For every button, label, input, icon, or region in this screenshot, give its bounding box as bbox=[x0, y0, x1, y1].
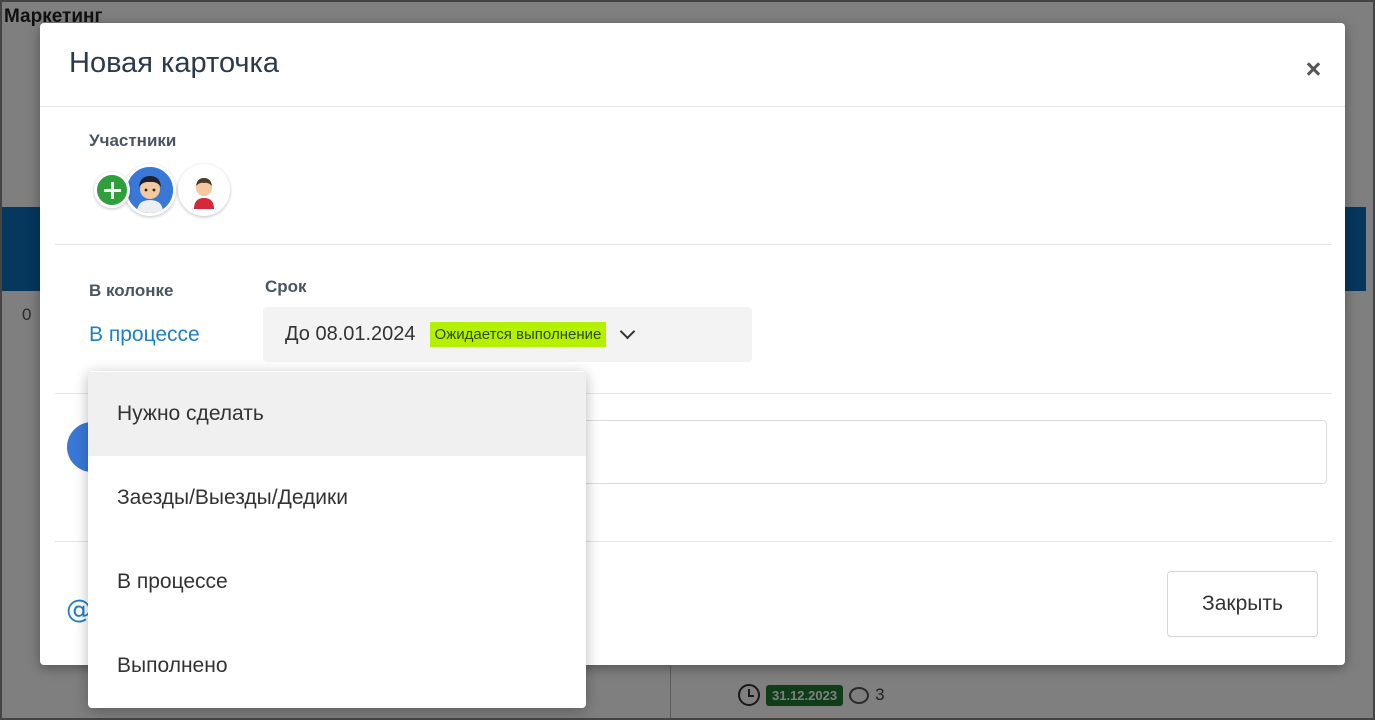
status-badge: Ожидается выполнение bbox=[429, 322, 607, 347]
participants-section: Участники bbox=[55, 107, 1332, 245]
dropdown-item-todo[interactable]: Нужно сделать bbox=[88, 372, 586, 456]
avatar[interactable] bbox=[124, 164, 176, 216]
dropdown-item-in-progress[interactable]: В процессе bbox=[88, 540, 586, 624]
close-button[interactable]: Закрыть bbox=[1167, 571, 1318, 637]
participants-avatars bbox=[94, 164, 230, 216]
add-participant-icon[interactable] bbox=[94, 172, 130, 208]
deadline-label: Срок bbox=[265, 277, 307, 296]
dropdown-item-done[interactable]: Выполнено bbox=[88, 624, 586, 708]
deadline-select[interactable]: До 08.01.2024 Ожидается выполнение bbox=[263, 307, 752, 362]
column-label: В колонке bbox=[89, 281, 174, 300]
modal-title: Новая карточка bbox=[69, 47, 279, 79]
deadline-value: До 08.01.2024 bbox=[285, 323, 416, 345]
dropdown-item-arrivals[interactable]: Заезды/Выезды/Дедики bbox=[88, 456, 586, 540]
avatar[interactable] bbox=[178, 164, 230, 216]
modal-header: Новая карточка bbox=[40, 23, 1345, 107]
column-dropdown: Нужно сделать Заезды/Выезды/Дедики В про… bbox=[88, 371, 586, 708]
close-icon[interactable] bbox=[1303, 59, 1323, 79]
chevron-down-icon bbox=[620, 323, 636, 340]
participants-label: Участники bbox=[89, 131, 177, 150]
column-select-link[interactable]: В процессе bbox=[89, 323, 200, 347]
